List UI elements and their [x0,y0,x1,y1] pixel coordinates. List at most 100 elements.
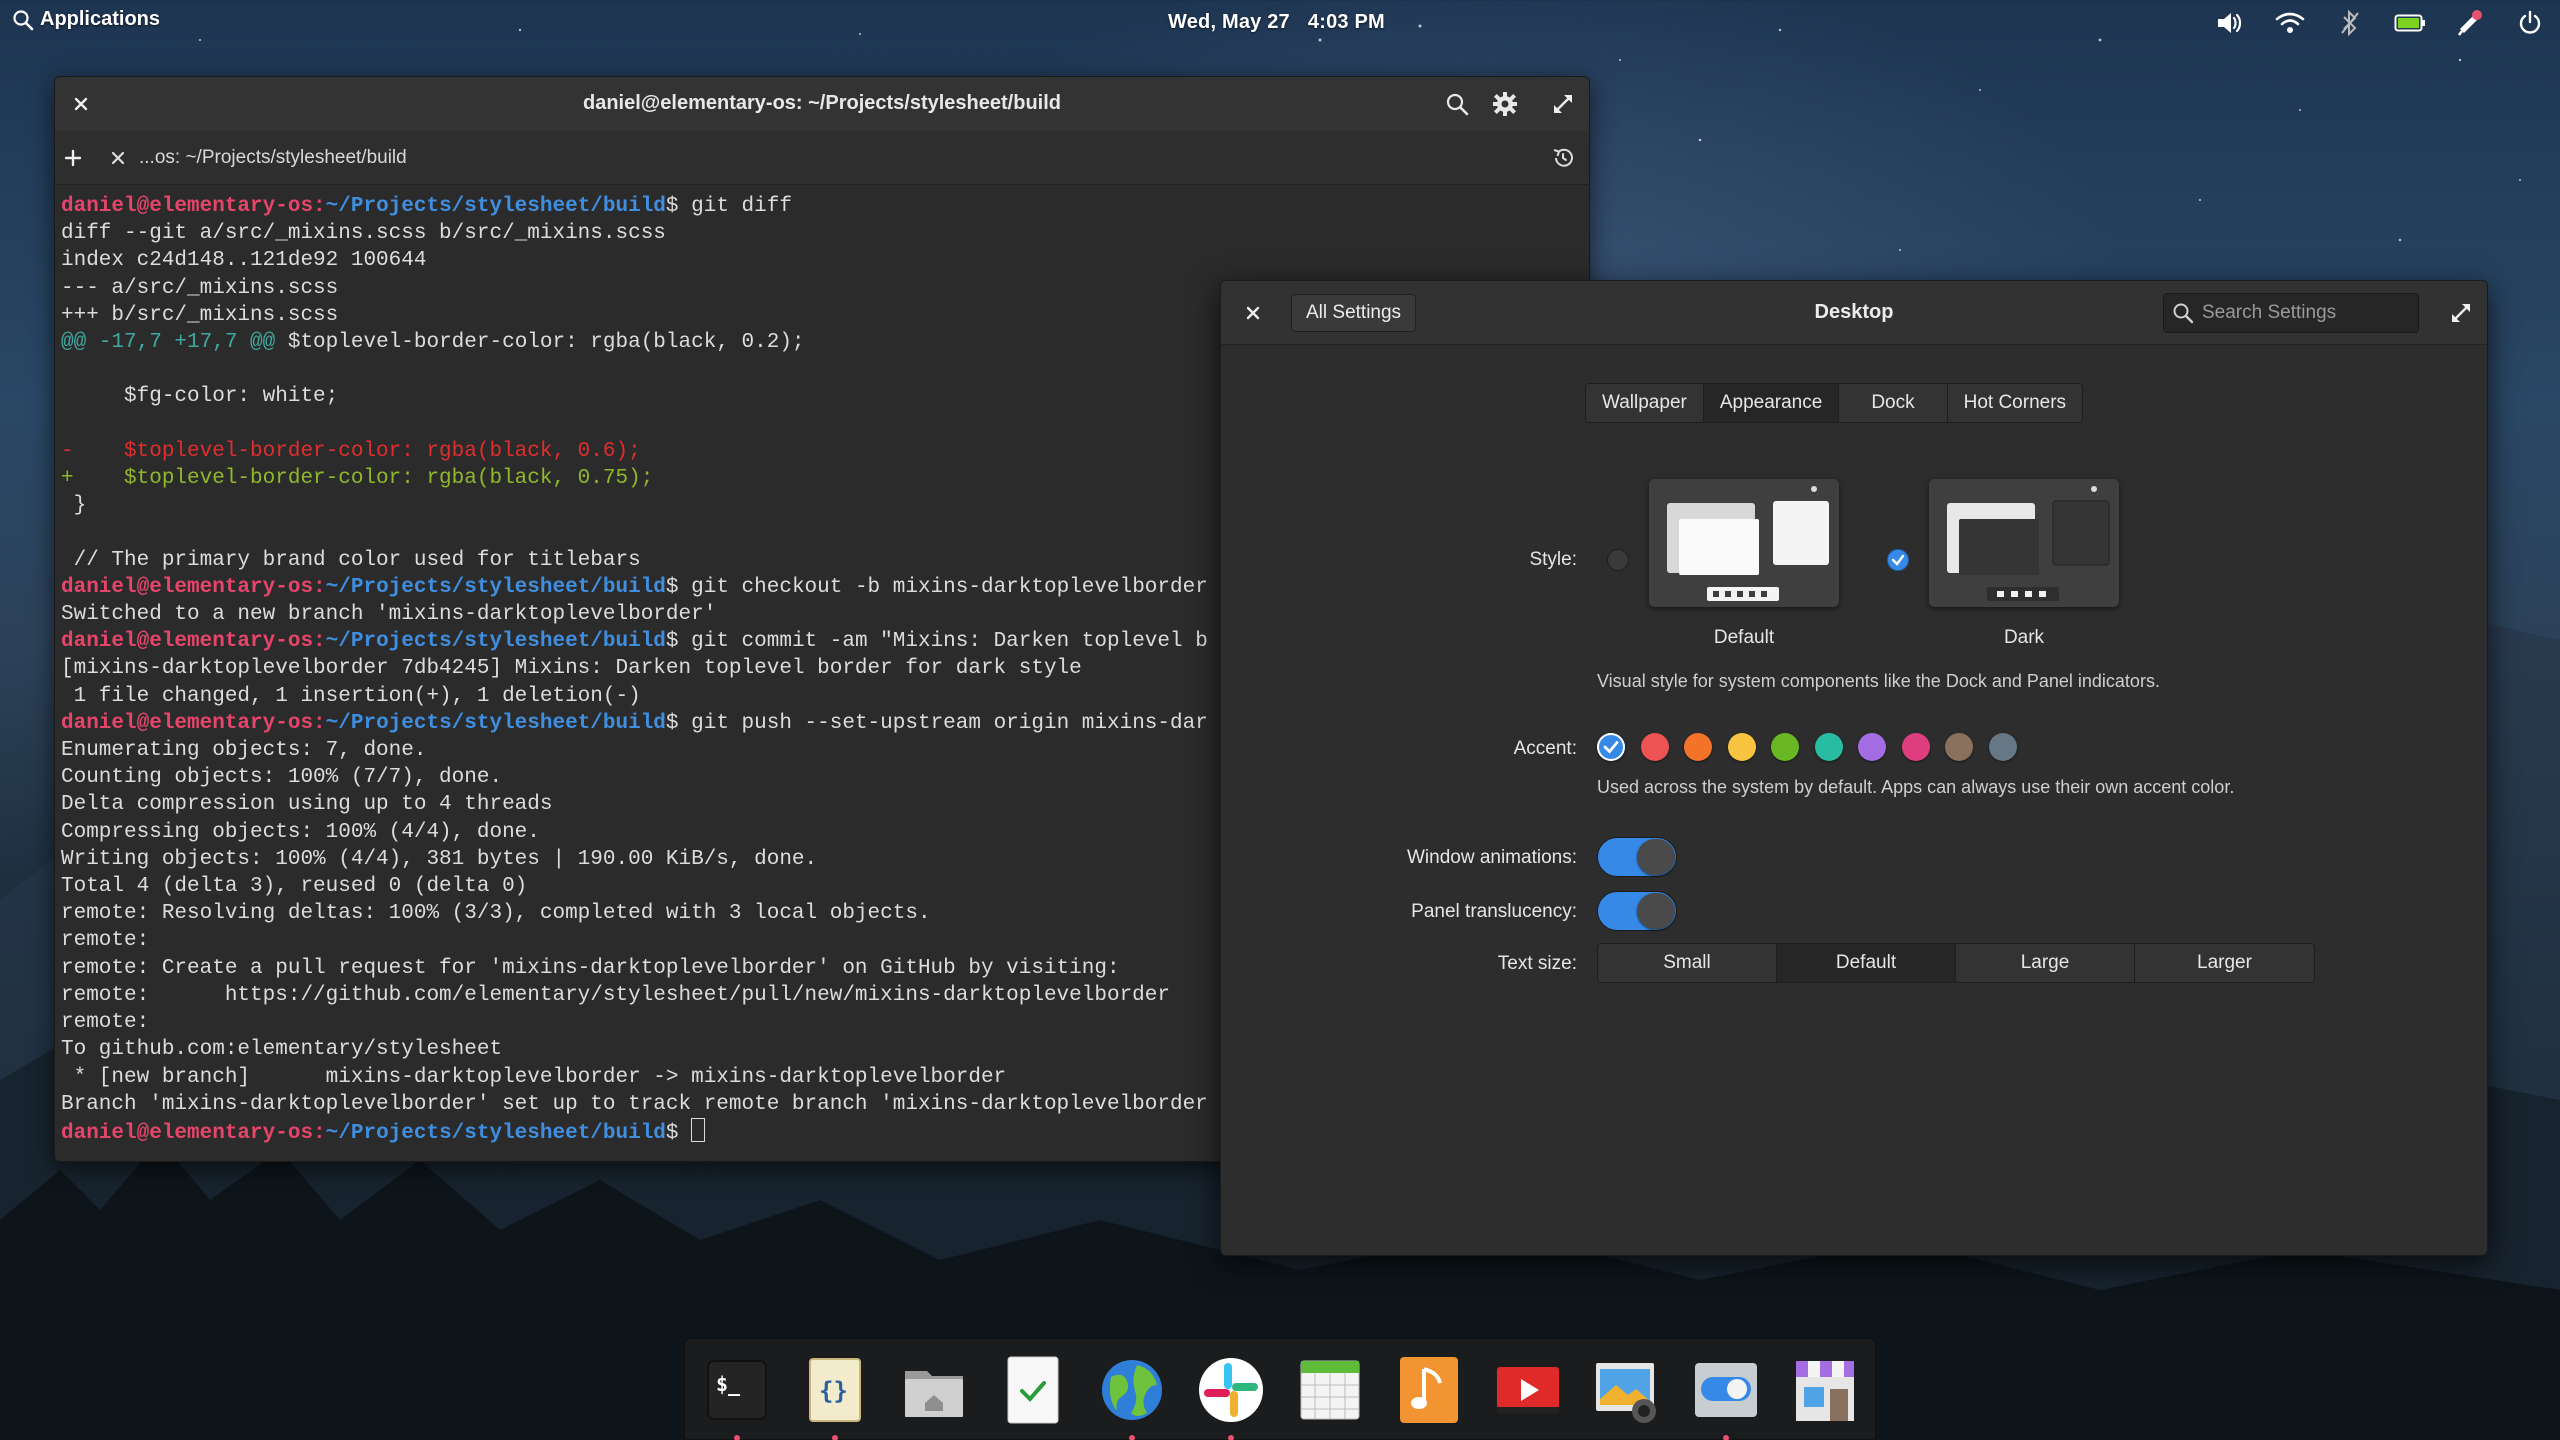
accent-swatch[interactable] [1858,733,1886,761]
network-indicator[interactable] [2260,0,2320,46]
terminal-output-line: index c24d148..121de92 100644 [61,249,427,273]
accent-swatch[interactable] [1988,733,2017,761]
settings-headerbar[interactable]: All Settings Desktop [1221,281,2487,345]
text-cursor [691,1117,706,1142]
dock-item-files[interactable] [899,1355,969,1425]
style-default-preview[interactable] [1649,479,1839,607]
maximize-icon [1554,95,1572,113]
terminal-titlebar[interactable]: daniel@elementary-os: ~/Projects/stylesh… [55,77,1589,131]
battery-icon [2394,14,2425,32]
power-icon [2519,10,2541,34]
dock-item-browser[interactable] [1097,1355,1167,1425]
terminal-settings-button[interactable] [1487,86,1523,122]
diff-hunk-context: $toplevel-border-color: rgba(black, 0.2)… [275,331,805,355]
accent-description: Used across the system by default. Apps … [1597,777,2235,797]
text-size-larger[interactable]: Larger [2135,944,2314,982]
terminal-output-line: diff --git a/src/_mixins.scss b/src/_mix… [61,222,666,246]
prompt-user: daniel@elementary-os: [61,1121,326,1145]
accent-swatch[interactable] [1901,733,1930,761]
accent-swatch[interactable] [1640,733,1669,761]
code-icon: {} [809,1358,861,1422]
style-description: Visual style for system components like … [1597,671,2160,691]
terminal-search-button[interactable] [1439,86,1475,122]
prompt-path: ~/Projects/stylesheet/build [325,1121,666,1145]
text-size-large[interactable]: Large [1956,944,2135,982]
settings-window: All Settings Desktop Wallpaper Appearanc… [1220,280,2488,1256]
style-default-radio[interactable] [1607,549,1629,571]
accent-swatch[interactable] [1597,733,1625,761]
switch-knob [1637,893,1675,929]
session-indicator[interactable] [2500,0,2560,46]
style-dark-caption: Dark [2003,627,2045,648]
accent-swatch[interactable] [1727,733,1756,761]
photos-icon [1596,1363,1656,1423]
settings-icon [1695,1363,1757,1417]
prompt-command: $ git push --set-upstream origin mixins-… [665,711,1208,735]
close-icon[interactable] [111,151,125,165]
dock-item-settings[interactable] [1691,1355,1761,1425]
terminal-tab-label: ...os: ~/Projects/stylesheet/build [139,147,407,168]
terminal-tab[interactable]: ...os: ~/Projects/stylesheet/build [99,131,407,185]
dock-item-code[interactable]: {} [800,1355,870,1425]
volume-indicator[interactable] [2200,0,2260,46]
window-animations-label: Window animations: [1406,847,1577,868]
dock-item-appcenter[interactable] [1790,1355,1860,1425]
plus-icon [64,149,82,167]
search-settings-input[interactable] [2202,302,2402,324]
accent-swatch[interactable] [1814,733,1843,761]
tab-hot-corners[interactable]: Hot Corners [1947,384,2083,422]
applications-menu-button[interactable]: Applications [12,8,160,31]
diff-hunk-marker: @@ -17,7 +17,7 @@ [61,331,276,355]
tasks-icon [1007,1356,1059,1424]
power-indicator[interactable] [2380,0,2440,46]
datetime-indicator[interactable]: Wed, May 27 4:03 PM [1168,11,1385,34]
bluetooth-indicator[interactable] [2320,0,2380,46]
tab-history-button[interactable] [1545,140,1581,176]
accent-label: Accent: [1513,738,1577,759]
accent-swatch[interactable] [1684,733,1712,761]
dock-item-music[interactable] [1394,1355,1464,1425]
prompt-user: daniel@elementary-os: [61,575,326,599]
text-size-default[interactable]: Default [1777,944,1956,982]
time-label: 4:03 PM [1307,11,1385,33]
dock-running-indicator [1129,1435,1135,1440]
default-style-thumbnail [1649,479,1839,607]
tab-wallpaper[interactable]: Wallpaper [1586,384,1704,422]
dock-item-photos[interactable] [1592,1355,1662,1425]
style-dark-radio[interactable] [1887,549,1909,571]
style-dark-preview[interactable] [1929,479,2119,607]
prompt-user: daniel@elementary-os: [61,195,326,218]
dock-item-terminal[interactable]: $_ [702,1355,772,1425]
style-default-caption: Default [1713,627,1775,648]
notifications-indicator[interactable] [2440,0,2500,46]
prompt-path: ~/Projects/stylesheet/build [325,195,666,218]
panel-translucency-switch[interactable] [1597,891,1677,931]
dock-item-calendar[interactable] [1295,1355,1365,1425]
search-icon [2173,303,2194,324]
date-label: Wed, May 27 [1168,11,1290,33]
tab-appearance[interactable]: Appearance [1703,384,1840,422]
settings-maximize-button[interactable] [2443,295,2479,331]
search-settings-field[interactable] [2163,293,2419,333]
terminal-maximize-button[interactable] [1545,86,1581,122]
videos-icon [1497,1367,1559,1413]
text-size-small[interactable]: Small [1598,944,1777,982]
accent-swatch[interactable] [1945,733,1973,761]
appcenter-icon [1796,1361,1854,1421]
dock-item-videos[interactable] [1493,1355,1563,1425]
prompt-path: ~/Projects/stylesheet/build [325,711,666,735]
terminal-tabbar: ...os: ~/Projects/stylesheet/build [55,131,1589,185]
window-animations-switch[interactable] [1597,837,1677,877]
text-size-label: Text size: [1497,953,1577,974]
prompt-command: $ git diff [665,195,792,218]
desktop-stack-switcher: Wallpaper Appearance Dock Hot Corners [1585,383,2084,423]
dock-item-tasks[interactable] [998,1355,1068,1425]
tab-dock[interactable]: Dock [1839,384,1948,422]
indicator-area [2200,0,2560,46]
accent-swatch[interactable] [1771,733,1799,761]
calendar-icon [1300,1360,1360,1420]
wifi-icon [2275,12,2305,33]
new-tab-button[interactable] [55,140,91,176]
checkmark-icon [1891,554,1905,566]
dock-item-slack[interactable] [1196,1355,1266,1425]
